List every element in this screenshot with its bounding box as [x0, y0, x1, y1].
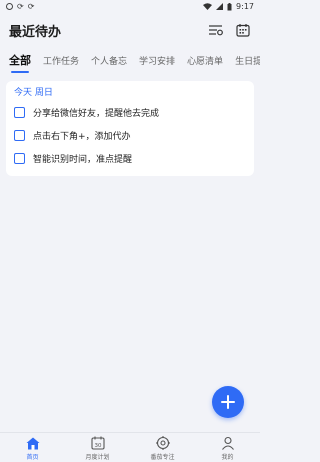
nav-home[interactable]: 首页	[0, 433, 65, 462]
nav-label: 首页	[26, 454, 39, 461]
wifi-icon	[203, 3, 213, 10]
calendar-button[interactable]	[235, 22, 251, 38]
todo-item[interactable]: 点击右下角+，添加代办	[14, 124, 246, 147]
todo-checkbox[interactable]	[14, 153, 25, 164]
status-time: 9:17	[236, 2, 254, 11]
nav-profile[interactable]: 我的	[195, 433, 260, 462]
todo-card: 今天 周日 分享给微信好友，提醒他去完成 点击右下角+，添加代办 智能识别时间，…	[6, 81, 254, 176]
tab-personal-memo[interactable]: 个人备忘	[91, 54, 127, 73]
todo-text: 智能识别时间，准点提醒	[33, 155, 133, 165]
nav-pomodoro-focus[interactable]: 番茄专注	[130, 433, 195, 462]
filter-settings-icon	[208, 25, 223, 36]
calendar-day-text: 30	[94, 443, 101, 449]
sync-icon: ⟳	[17, 1, 24, 11]
todo-item[interactable]: 分享给微信好友，提醒他去完成	[14, 101, 246, 124]
plus-icon	[221, 395, 235, 409]
category-tabs: 全部 工作任务 个人备忘 学习安排 心愿清单 生日提	[0, 47, 260, 73]
calendar-icon	[236, 24, 250, 37]
sync-icon: ⟳	[27, 1, 35, 11]
nav-label: 番茄专注	[150, 454, 175, 461]
todo-text: 点击右下角+，添加代办	[33, 132, 131, 142]
app-header: 最近待办	[0, 13, 260, 47]
todo-checkbox[interactable]	[14, 107, 25, 118]
tab-all[interactable]: 全部	[9, 52, 31, 73]
todo-date-header: 今天 周日	[14, 88, 53, 98]
focus-target-icon	[155, 436, 170, 450]
tab-study-plan[interactable]: 学习安排	[139, 54, 175, 73]
filter-settings-button[interactable]	[207, 22, 223, 38]
tab-birthday[interactable]: 生日提	[235, 54, 260, 73]
signal-icon	[216, 3, 224, 10]
status-bar: ⟳ ⟳ 9:17	[0, 0, 260, 13]
todo-checkbox[interactable]	[14, 130, 25, 141]
status-left-icons: ⟳ ⟳	[6, 1, 35, 11]
todo-text: 分享给微信好友，提醒他去完成	[33, 109, 160, 119]
add-todo-button[interactable]	[212, 386, 244, 418]
profile-icon	[221, 436, 234, 450]
home-icon	[26, 437, 39, 450]
nav-label: 我的	[221, 454, 234, 461]
tab-work-tasks[interactable]: 工作任务	[43, 54, 79, 73]
todo-item[interactable]: 智能识别时间，准点提醒	[14, 147, 246, 170]
bottom-navigation: 首页 30 月度计划 番茄专注 我的	[0, 432, 260, 462]
calendar-30-icon: 30	[90, 436, 105, 450]
notification-icon	[6, 3, 13, 10]
header-actions	[207, 22, 251, 38]
battery-icon	[227, 2, 232, 10]
nav-label: 月度计划	[85, 454, 110, 461]
tab-wishlist[interactable]: 心愿清单	[187, 54, 223, 73]
nav-monthly-plan[interactable]: 30 月度计划	[65, 433, 130, 462]
status-right-icons: 9:17	[203, 2, 254, 11]
page-title: 最近待办	[9, 24, 62, 40]
